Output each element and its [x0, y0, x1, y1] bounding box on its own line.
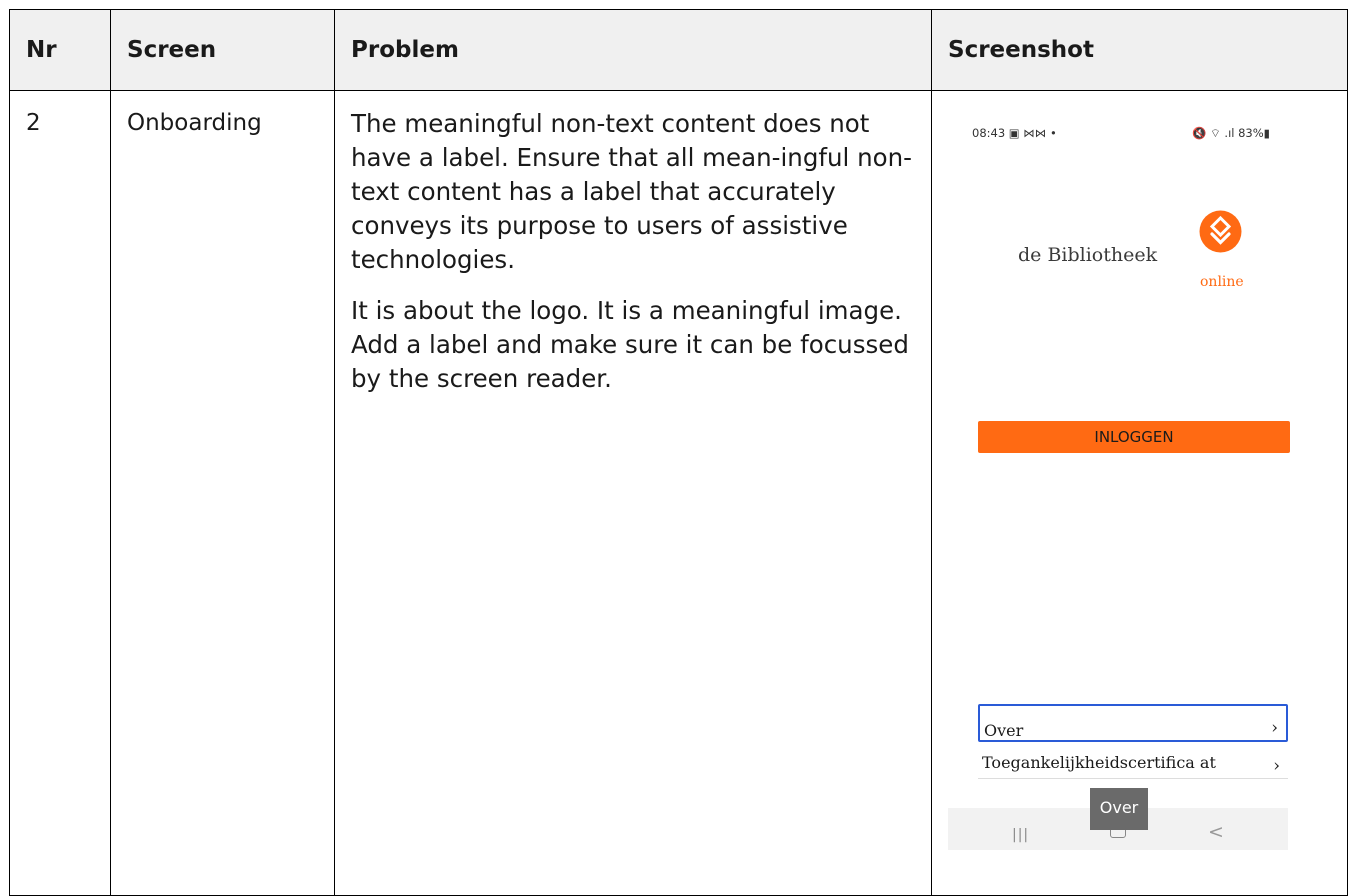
problem-paragraph: It is about the logo. It is a meaningful…: [351, 296, 909, 393]
report-table: Nr Screen Problem Screenshot 2 Onboardin…: [9, 9, 1348, 896]
header-row: Nr Screen Problem Screenshot: [9, 9, 1348, 91]
logo-mark-icon: [1199, 210, 1242, 253]
header-problem: Problem: [334, 9, 932, 91]
cell-nr: 2: [9, 90, 111, 896]
header-nr: Nr: [9, 9, 111, 91]
status-time: 08:43 ▣ ⋈⋈ •: [972, 126, 1057, 140]
logo-text: de Bibliotheek: [1018, 244, 1158, 266]
cell-screenshot: 08:43 ▣ ⋈⋈ • 🔇 ⌔ .ıl 83%▮ de Bibliotheek…: [931, 90, 1348, 896]
recent-apps-icon[interactable]: |||: [1012, 819, 1029, 852]
header-screen: Screen: [110, 9, 335, 91]
login-button[interactable]: INLOGGEN: [978, 421, 1290, 453]
cell-screen: Onboarding: [110, 90, 335, 896]
menu-item-label: Over: [984, 721, 1024, 740]
menu-item-label: Toegankelijkheidscertifica at: [982, 753, 1216, 772]
chevron-right-icon: ›: [1273, 756, 1280, 776]
status-indicators: 🔇 ⌔ .ıl 83%▮: [1191, 126, 1270, 140]
cell-problem: The meaningful non-text content does not…: [334, 90, 932, 896]
library-logo: de Bibliotheek online: [1018, 209, 1268, 299]
chevron-right-icon: ›: [1271, 718, 1278, 738]
table-row: 2 Onboarding The meaningful non-text con…: [9, 90, 1348, 896]
back-icon[interactable]: <: [1208, 816, 1224, 849]
menu-item-over[interactable]: Over ›: [978, 704, 1288, 742]
logo-subtext: online: [1200, 274, 1244, 290]
phone-screenshot: 08:43 ▣ ⋈⋈ • 🔇 ⌔ .ıl 83%▮ de Bibliotheek…: [948, 91, 1290, 879]
tooltip: Over: [1090, 788, 1148, 830]
header-screenshot: Screenshot: [931, 9, 1348, 91]
problem-paragraph: The meaningful non-text content does not…: [351, 109, 913, 274]
menu-item-accessibility-certificate[interactable]: Toegankelijkheidscertifica at ›: [978, 746, 1288, 779]
